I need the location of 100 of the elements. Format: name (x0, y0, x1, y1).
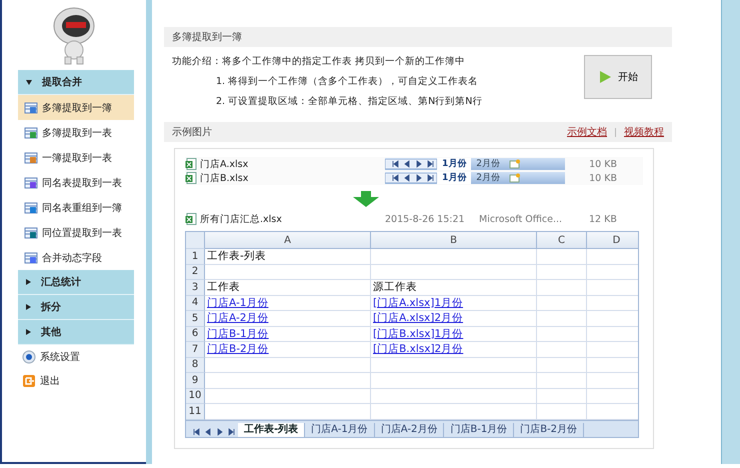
sheet-tab[interactable]: 门店A-2月份 (374, 422, 444, 436)
sheet-tab[interactable]: 2月份 (471, 158, 505, 170)
file-date: 2015-8-26 15:21 (385, 214, 466, 224)
select-all-corner[interactable] (186, 232, 205, 249)
column-header[interactable]: B (371, 232, 537, 249)
row-number: 2 (186, 264, 205, 280)
row-number: 6 (186, 326, 205, 342)
sheet-icon (24, 200, 38, 214)
file-size: 10 KB (589, 172, 617, 184)
file-name: 门店B.xlsx (200, 172, 248, 184)
menu-group-label: 拆分 (41, 300, 61, 314)
file-type: Microsoft Office... (479, 214, 564, 224)
menu-group-header[interactable]: 提取合并 (18, 70, 134, 95)
feature-point: 2. 可设置提取区域：全部单元格、指定区域、第N行到第N行 (215, 95, 482, 108)
menu-group-header[interactable]: 汇总统计 (18, 270, 134, 295)
menu-item[interactable]: 同名表重组到一簿 (18, 195, 134, 220)
row-number: 10 (186, 388, 205, 404)
link-cell[interactable]: 门店A-1月份 (205, 296, 371, 311)
sheet-tab[interactable]: 门店B-2月份 (514, 422, 584, 436)
sheet-tab[interactable]: 门店B-1月份 (444, 422, 514, 436)
menu-item[interactable]: 合并动态字段 (18, 245, 134, 270)
intro-text: 功能介绍：将多个工作簿中的指定工作表 拷贝到一个新的工作簿中 (172, 55, 466, 68)
link-cell[interactable]: 门店A-2月份 (205, 311, 371, 326)
row-number: 1 (186, 249, 205, 264)
settings-icon (22, 350, 36, 364)
menu-item-label: 同名表重组到一簿 (42, 202, 122, 214)
link-cell[interactable]: 门店B-2月份 (205, 342, 371, 358)
link-cell[interactable]: [门店A.xlsx]1月份 (371, 296, 537, 311)
link[interactable]: 示例文档 (567, 125, 607, 139)
table-cell (537, 311, 587, 326)
sheet-icon (24, 126, 38, 140)
table-cell (537, 373, 587, 388)
sidebar-action[interactable]: 退出 (18, 369, 134, 393)
row-number: 11 (186, 404, 205, 420)
link[interactable]: 视频教程 (624, 125, 664, 139)
menu-item[interactable]: 多簿提取到一表 (18, 120, 134, 145)
action-label: 系统设置 (40, 350, 80, 364)
table-cell (537, 326, 587, 342)
file-size: 10 KB (589, 158, 617, 170)
menu-item[interactable]: 同位置提取到一表 (18, 220, 134, 245)
menu-item-label: 合并动态字段 (42, 252, 102, 264)
menu-item[interactable]: 一簿提取到一表 (18, 145, 134, 170)
action-label: 退出 (40, 374, 60, 388)
column-header[interactable]: D (587, 232, 638, 249)
link-cell[interactable]: [门店A.xlsx]2月份 (371, 311, 537, 326)
table-cell: 工作表 (205, 280, 371, 296)
menu-item-label: 一簿提取到一表 (42, 152, 112, 164)
sheet-icon (24, 100, 38, 114)
start-button[interactable]: 开始 (584, 55, 652, 99)
menu-item-label: 同位置提取到一表 (42, 226, 122, 240)
sheet-icon (24, 176, 38, 190)
link-cell[interactable]: [门店B.xlsx]1月份 (371, 326, 537, 342)
file-size: 12 KB (589, 214, 617, 224)
menu-group-header[interactable]: 拆分 (18, 295, 134, 320)
menu-item-label: 同名表提取到一表 (42, 176, 122, 190)
sheet-icon (24, 150, 38, 164)
menu-group-label: 汇总统计 (41, 276, 81, 289)
sheet-nav-icon (385, 159, 437, 169)
menu-item-label: 多簿提取到一簿 (42, 102, 112, 114)
link-cell[interactable]: [门店B.xlsx]2月份 (371, 342, 537, 358)
sidebar-action[interactable]: 系统设置 (18, 345, 134, 369)
sheet-nav-icon (385, 173, 437, 183)
exit-icon (22, 374, 36, 388)
sheet-tab[interactable]: 门店A-1月份 (305, 422, 375, 436)
menu-group-label: 其他 (41, 326, 61, 339)
menu-item-label: 多簿提取到一表 (42, 126, 112, 140)
feature-point: 1. 将得到一个工作簿（含多个工作表），可自定义工作表名 (215, 75, 480, 88)
row-number: 8 (186, 358, 205, 373)
row-number: 5 (186, 311, 205, 326)
table-cell (537, 342, 587, 358)
table-cell (537, 296, 587, 311)
sheet-tab[interactable]: 工作表-列表 (238, 422, 306, 436)
table-cell: 源工作表 (371, 280, 537, 296)
sheet-icon (24, 250, 38, 264)
column-header[interactable]: A (205, 232, 371, 249)
table-cell (537, 388, 587, 404)
sheet-tab[interactable]: 2月份 (471, 172, 505, 184)
file-name: 门店A.xlsx (200, 158, 248, 170)
row-number: 3 (186, 280, 205, 296)
row-number: 9 (186, 373, 205, 388)
row-number: 7 (186, 342, 205, 358)
menu-item[interactable]: 同名表提取到一表 (18, 170, 134, 195)
sheet-icon (24, 226, 38, 240)
down-arrow-icon (353, 191, 379, 207)
section-title: 多簿提取到一簿 (172, 31, 242, 44)
table-cell (537, 249, 587, 264)
menu-item[interactable]: 多簿提取到一簿 (18, 95, 134, 120)
menu-group-header[interactable]: 其他 (18, 320, 134, 345)
link-cell[interactable]: 门店B-1月份 (205, 326, 371, 342)
excel-file-icon (185, 213, 197, 225)
sheet-tab[interactable]: 1月份 (437, 172, 472, 184)
table-cell (537, 264, 587, 280)
sheet-tab[interactable]: 1月份 (437, 158, 472, 170)
table-cell: 工作表-列表 (205, 249, 371, 264)
table-cell (537, 280, 587, 296)
row-number: 4 (186, 296, 205, 311)
column-header[interactable]: C (537, 232, 587, 249)
play-icon (598, 70, 612, 84)
table-cell (537, 358, 587, 373)
section-title: 示例图片 (172, 126, 212, 139)
